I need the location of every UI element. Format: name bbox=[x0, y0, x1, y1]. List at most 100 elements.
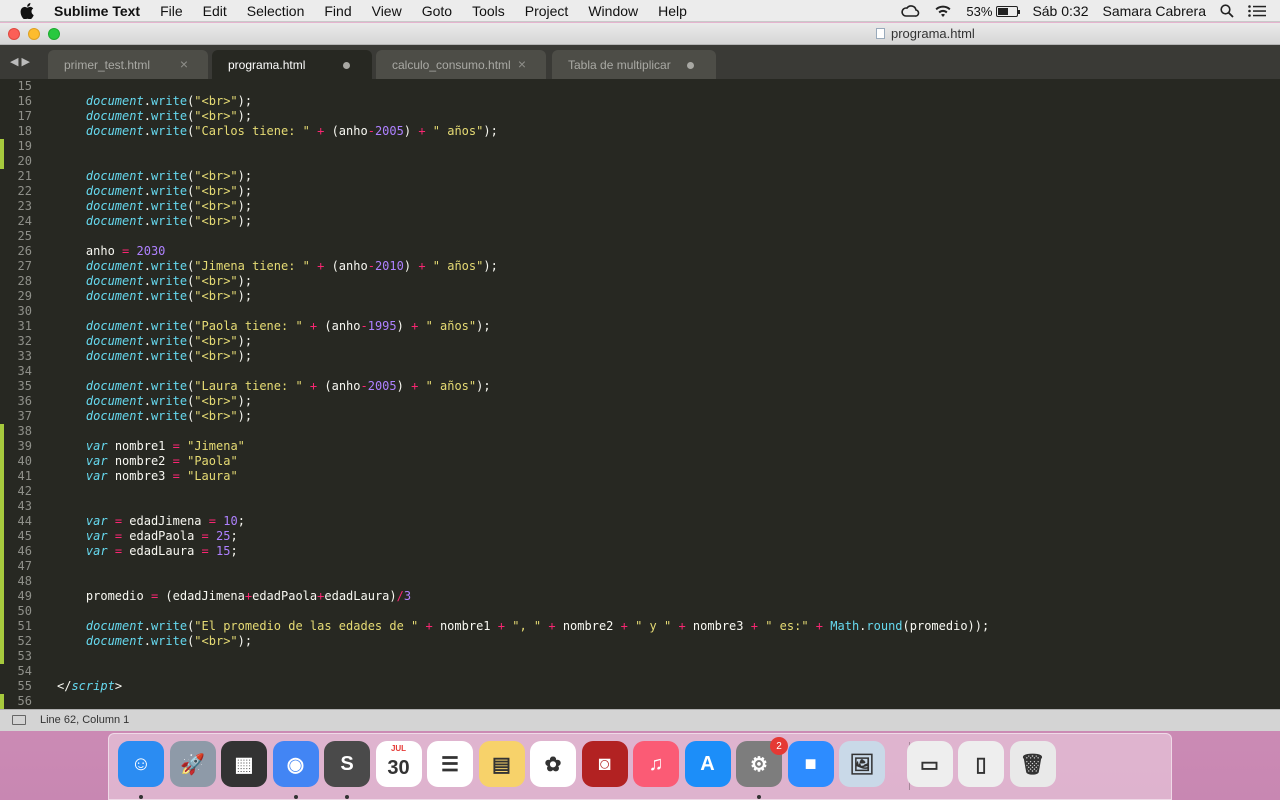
photo-booth-app-icon[interactable]: ◙ bbox=[581, 741, 628, 787]
code-line[interactable]: 18 document.write("Carlos tiene: " + (an… bbox=[0, 124, 1280, 139]
code-line[interactable]: 17 document.write("<br>"); bbox=[0, 109, 1280, 124]
code-line[interactable]: 40 var nombre2 = "Paola" bbox=[0, 454, 1280, 469]
notes-icon[interactable]: ▤ bbox=[478, 741, 525, 787]
code-line[interactable]: 21 document.write("<br>"); bbox=[0, 169, 1280, 184]
photos-icon[interactable]: ✿ bbox=[530, 741, 576, 787]
code-line[interactable]: 33 document.write("<br>"); bbox=[0, 349, 1280, 364]
menu-selection[interactable]: Selection bbox=[247, 3, 305, 19]
code-editor[interactable]: 15 16 document.write("<br>"); 17 document.… bbox=[0, 79, 1280, 709]
code-line[interactable]: 43 bbox=[0, 499, 1280, 514]
code-line[interactable]: 52 document.write("<br>"); bbox=[0, 634, 1280, 649]
notification-center-icon[interactable] bbox=[1248, 5, 1266, 17]
code-line[interactable]: 16 document.write("<br>"); bbox=[0, 94, 1280, 109]
code-line[interactable]: 23 document.write("<br>"); bbox=[0, 199, 1280, 214]
zoom-icon[interactable]: ■ bbox=[787, 741, 834, 787]
code-token: ) bbox=[396, 379, 412, 393]
code-line[interactable]: 42 bbox=[0, 484, 1280, 499]
trash-icon[interactable]: 🗑 bbox=[1009, 741, 1056, 787]
preview-icon[interactable]: 🖼 bbox=[839, 741, 885, 787]
wifi-icon[interactable] bbox=[934, 4, 952, 18]
panel-toggle-icon[interactable] bbox=[12, 715, 26, 725]
close-window-button[interactable] bbox=[8, 28, 20, 40]
user-name[interactable]: Samara Cabrera bbox=[1103, 3, 1207, 19]
menu-project[interactable]: Project bbox=[525, 3, 569, 19]
calendar-icon[interactable]: JUL 30 bbox=[375, 741, 422, 787]
code-line[interactable]: 47 bbox=[0, 559, 1280, 574]
tab-primer-test[interactable]: primer_test.html × bbox=[48, 50, 208, 79]
code-token: - bbox=[360, 319, 368, 333]
code-line[interactable]: 15 bbox=[0, 79, 1280, 94]
creative-cloud-icon[interactable] bbox=[900, 4, 920, 18]
apple-icon[interactable] bbox=[20, 2, 36, 19]
close-tab-icon[interactable]: × bbox=[518, 56, 526, 72]
code-line[interactable]: 54 bbox=[0, 664, 1280, 679]
code-line[interactable]: 36 document.write("<br>"); bbox=[0, 394, 1280, 409]
unsaved-changes-icon[interactable] bbox=[343, 62, 350, 69]
status-bar: Line 62, Column 1 bbox=[0, 709, 1280, 731]
documents-stack-icon[interactable]: ▯ bbox=[958, 741, 1004, 787]
code-line[interactable]: 32 document.write("<br>"); bbox=[0, 334, 1280, 349]
minimize-window-button[interactable] bbox=[28, 28, 40, 40]
code-line[interactable]: 27 document.write("Jimena tiene: " + (an… bbox=[0, 259, 1280, 274]
spotlight-search-icon[interactable] bbox=[1220, 4, 1234, 18]
menu-help[interactable]: Help bbox=[658, 3, 687, 19]
code-line[interactable]: 31 document.write("Paola tiene: " + (anh… bbox=[0, 319, 1280, 334]
next-tab-icon[interactable]: ▶ bbox=[21, 56, 32, 68]
tab-calculo-consumo[interactable]: calculo_consumo.html × bbox=[376, 50, 546, 79]
maximize-window-button[interactable] bbox=[48, 28, 60, 40]
downloads-stack-icon[interactable]: ▭ bbox=[906, 741, 953, 787]
code-line[interactable]: 44 var = edadJimena = 10; bbox=[0, 514, 1280, 529]
chrome-icon[interactable]: ◉ bbox=[272, 741, 319, 787]
code-line[interactable]: 51 document.write("El promedio de las ed… bbox=[0, 619, 1280, 634]
code-line[interactable]: 30 bbox=[0, 304, 1280, 319]
code-line[interactable]: 37 document.write("<br>"); bbox=[0, 409, 1280, 424]
sublime-text-icon[interactable]: S bbox=[324, 741, 370, 787]
reminders-icon[interactable]: ☰ bbox=[427, 741, 473, 787]
code-line[interactable]: 39 var nombre1 = "Jimena" bbox=[0, 439, 1280, 454]
code-line[interactable]: 46 var = edadLaura = 15; bbox=[0, 544, 1280, 559]
tab-tabla-multiplicar[interactable]: Tabla de multiplicar bbox=[552, 50, 716, 79]
code-line[interactable]: 22 document.write("<br>"); bbox=[0, 184, 1280, 199]
code-line[interactable]: 49 promedio = (edadJimena+edadPaola+edad… bbox=[0, 589, 1280, 604]
code-line[interactable]: 34 bbox=[0, 364, 1280, 379]
menu-app-name[interactable]: Sublime Text bbox=[54, 3, 140, 19]
code-line[interactable]: 25 bbox=[0, 229, 1280, 244]
code-line[interactable]: 41 var nombre3 = "Laura" bbox=[0, 469, 1280, 484]
tab-navigation-arrows[interactable]: ◀▶ bbox=[10, 55, 33, 68]
menu-edit[interactable]: Edit bbox=[203, 3, 227, 19]
code-line[interactable]: 48 bbox=[0, 574, 1280, 589]
clock[interactable]: Sáb 0:32 bbox=[1032, 3, 1088, 19]
code-line[interactable]: 35 document.write("Laura tiene: " + (anh… bbox=[0, 379, 1280, 394]
close-tab-icon[interactable]: × bbox=[180, 56, 188, 72]
code-line[interactable]: 53 bbox=[0, 649, 1280, 664]
launchpad-icon[interactable]: 🚀 bbox=[169, 741, 216, 787]
code-line[interactable]: 55 </script> bbox=[0, 679, 1280, 694]
menu-window[interactable]: Window bbox=[588, 3, 638, 19]
menu-find[interactable]: Find bbox=[324, 3, 351, 19]
menu-file[interactable]: File bbox=[160, 3, 183, 19]
previous-tab-icon[interactable]: ◀ bbox=[10, 56, 21, 68]
tab-programa[interactable]: programa.html bbox=[212, 50, 372, 79]
code-line[interactable]: 50 bbox=[0, 604, 1280, 619]
battery-percent[interactable]: 53% bbox=[966, 4, 992, 19]
code-line[interactable]: 20 bbox=[0, 154, 1280, 169]
music-icon[interactable]: ♫ bbox=[633, 741, 679, 787]
code-line[interactable]: 24 document.write("<br>"); bbox=[0, 214, 1280, 229]
code-line[interactable]: 56 bbox=[0, 694, 1280, 709]
photo-booth-icon[interactable]: ▦ bbox=[221, 741, 267, 787]
code-line[interactable]: 28 document.write("<br>"); bbox=[0, 274, 1280, 289]
code-line[interactable]: 38 bbox=[0, 424, 1280, 439]
code-line[interactable]: 29 document.write("<br>"); bbox=[0, 289, 1280, 304]
menu-view[interactable]: View bbox=[372, 3, 402, 19]
menu-goto[interactable]: Goto bbox=[422, 3, 452, 19]
battery-icon[interactable] bbox=[996, 5, 1021, 17]
finder-icon[interactable]: ☺ bbox=[118, 741, 164, 787]
menu-tools[interactable]: Tools bbox=[472, 3, 505, 19]
code-line[interactable]: 26 anho = 2030 bbox=[0, 244, 1280, 259]
app-store-icon[interactable]: A bbox=[684, 741, 731, 787]
code-line[interactable]: 45 var = edadPaola = 25; bbox=[0, 529, 1280, 544]
unsaved-changes-icon[interactable] bbox=[687, 62, 694, 69]
code-line[interactable]: 19 bbox=[0, 139, 1280, 154]
code-token: 2010 bbox=[374, 259, 404, 273]
system-preferences-icon[interactable]: ⚙ 2 bbox=[736, 737, 788, 787]
